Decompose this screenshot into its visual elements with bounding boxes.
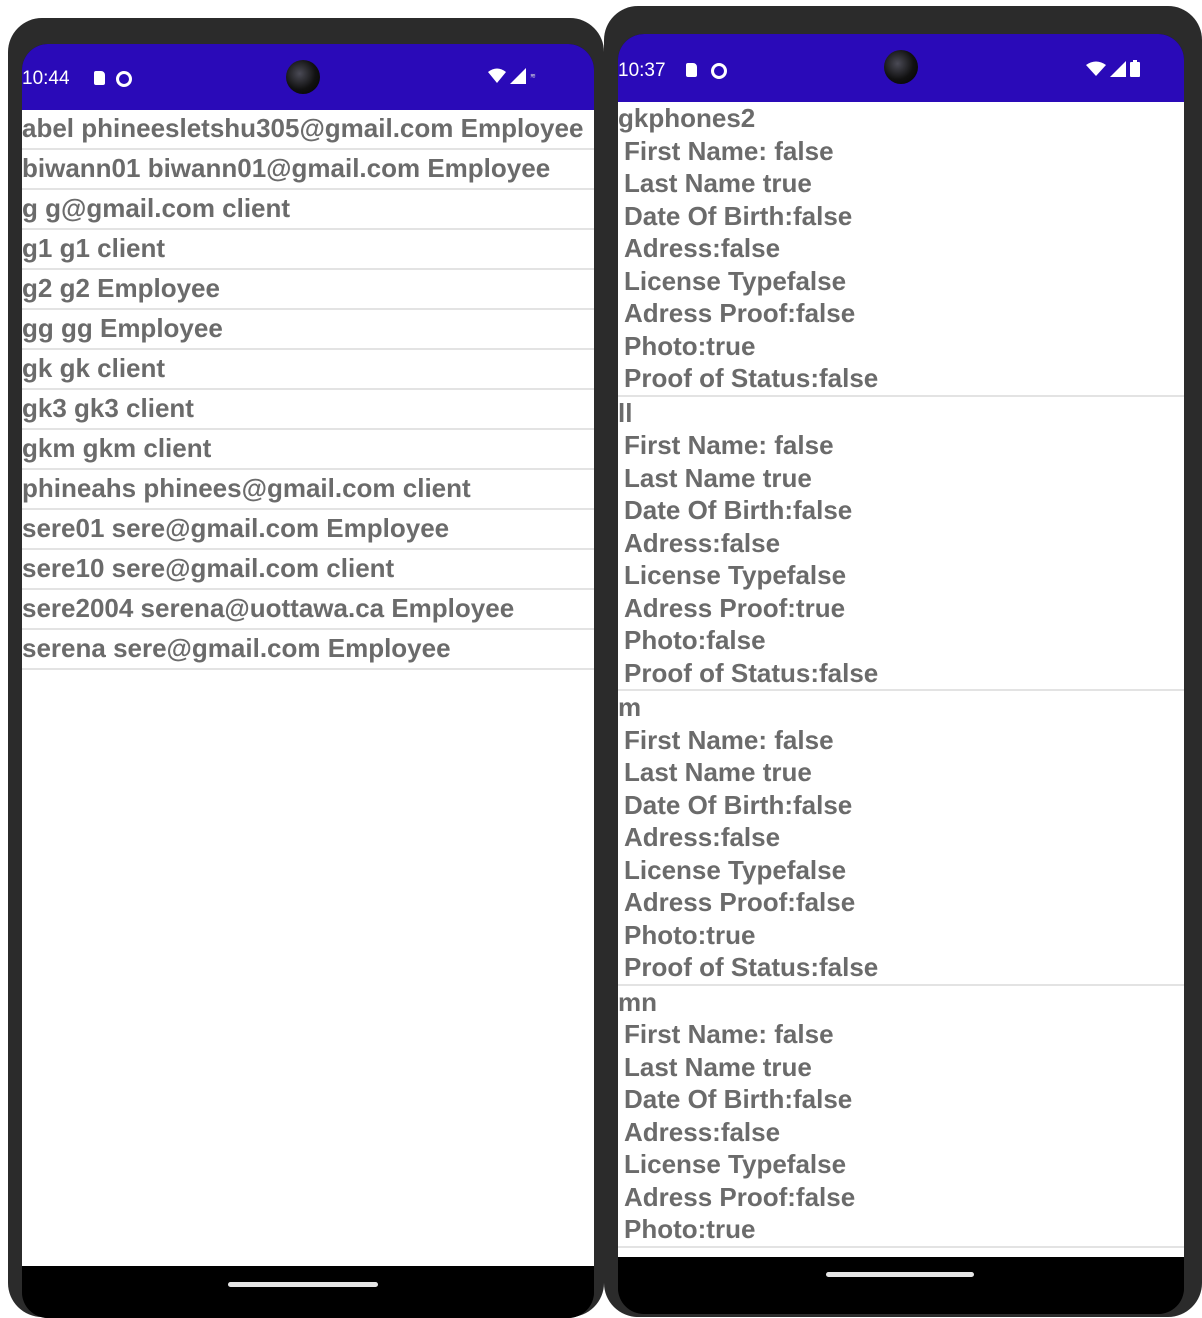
user-list-item[interactable]: gk gk client <box>22 350 594 390</box>
user-list-item[interactable]: sere01 sere@gmail.com Employee <box>22 510 594 550</box>
request-field: Date Of Birth:false <box>624 495 853 525</box>
request-field: First Name: false <box>624 430 834 460</box>
user-list-item[interactable]: g2 g2 Employee <box>22 270 594 310</box>
left-phone-frame: 10:44 ≋ abel phineesletshu305@gmail.com … <box>8 18 604 1318</box>
user-list-item[interactable]: sere2004 serena@uottawa.ca Employee <box>22 590 594 630</box>
request-field: Adress:false <box>624 527 781 558</box>
request-username: ll <box>618 397 633 428</box>
request-field: Adress:false <box>624 1116 781 1147</box>
request-username: gkphones2 <box>618 103 756 133</box>
status-right-icons: ≋ <box>488 68 540 84</box>
request-field: Last Name true <box>624 168 812 198</box>
sync-icon <box>711 63 727 79</box>
navigation-bar <box>22 1266 594 1318</box>
request-field: License Typefalse <box>624 1149 847 1179</box>
left-phone-screen: 10:44 ≋ abel phineesletshu305@gmail.com … <box>22 44 594 1318</box>
request-field: Adress:false <box>624 822 781 852</box>
request-field: Photo:false <box>624 625 766 655</box>
request-username: mn <box>618 986 657 1017</box>
status-bar: 10:37 <box>618 34 1184 102</box>
user-list-item[interactable]: gg gg Employee <box>22 310 594 350</box>
user-list-item[interactable]: serena sere@gmail.com Employee <box>22 630 594 670</box>
sd-card-icon <box>686 63 697 77</box>
request-field: Date Of Birth:false <box>624 200 853 231</box>
user-list-item[interactable]: gk3 gk3 client <box>22 390 594 430</box>
battery-icon <box>1130 60 1140 77</box>
status-bar: 10:44 ≋ <box>22 44 594 110</box>
request-field: First Name: false <box>624 135 834 166</box>
request-field: Last Name true <box>624 757 812 787</box>
request-field: Photo:true <box>624 330 756 361</box>
signal-icon <box>510 68 526 84</box>
wifi-icon <box>1086 61 1106 76</box>
request-field: Proof of Status:false <box>624 363 879 393</box>
request-field: Proof of Status:false <box>624 952 879 982</box>
request-field: License Typefalse <box>624 560 847 590</box>
request-field: License Typefalse <box>624 265 847 296</box>
camera-icon <box>884 50 918 84</box>
user-list-item[interactable]: phineahs phinees@gmail.com client <box>22 470 594 510</box>
camera-icon <box>286 60 320 94</box>
request-field: First Name: false <box>624 724 834 755</box>
request-field: Photo:true <box>624 1214 756 1244</box>
request-field: License Typefalse <box>624 854 847 885</box>
user-list-item[interactable]: abel phineesletshu305@gmail.com Employee <box>22 110 594 150</box>
user-list-item[interactable]: gkm gkm client <box>22 430 594 470</box>
svg-text:≋: ≋ <box>530 73 536 80</box>
user-list[interactable]: abel phineesletshu305@gmail.com Employee… <box>22 110 594 1266</box>
battery-icon: ≋ <box>530 73 536 80</box>
status-time: 10:44 <box>22 68 70 89</box>
sd-card-icon <box>94 71 105 85</box>
request-field: Last Name true <box>624 462 812 493</box>
status-time: 10:37 <box>618 60 666 81</box>
request-field: First Name: false <box>624 1019 834 1049</box>
user-list-item[interactable]: g1 g1 client <box>22 230 594 270</box>
signal-icon <box>1110 61 1126 77</box>
request-list-item[interactable]: gkphones2 First Name: false Last Name true… <box>618 102 1184 397</box>
request-field: Proof of Status:false <box>624 657 879 688</box>
wifi-icon <box>488 68 506 83</box>
right-phone-screen: 10:37 gkphones2 First Name: false Last Nam… <box>618 34 1184 1314</box>
request-list-item[interactable]: mn First Name: false Last Name true Date Of… <box>618 986 1184 1248</box>
request-field: Adress Proof:true <box>624 592 846 623</box>
user-list-item[interactable]: sere10 sere@gmail.com client <box>22 550 594 590</box>
request-list-item[interactable]: ll First Name: false Last Name true Date Of… <box>618 397 1184 691</box>
right-phone-frame: 10:37 gkphones2 First Name: false Last Nam… <box>604 6 1202 1317</box>
navigation-bar <box>618 1257 1184 1314</box>
request-username: m <box>618 692 642 722</box>
user-list-item[interactable]: biwann01 biwann01@gmail.com Employee <box>22 150 594 190</box>
request-list-item[interactable]: m First Name: false Last Name true Date Of … <box>618 691 1184 986</box>
request-field: Date Of Birth:false <box>624 1084 853 1114</box>
request-field: Adress Proof:false <box>624 1181 856 1212</box>
request-field: Adress Proof:false <box>624 298 856 328</box>
request-list[interactable]: gkphones2 First Name: false Last Name true… <box>618 102 1184 1257</box>
status-right-icons <box>1086 60 1140 78</box>
request-field: Photo:true <box>624 919 756 950</box>
sync-icon <box>116 71 132 87</box>
request-field: Last Name true <box>624 1051 812 1082</box>
request-field: Adress:false <box>624 233 781 263</box>
home-pill-icon[interactable] <box>228 1282 378 1287</box>
home-pill-icon[interactable] <box>826 1272 974 1277</box>
user-list-item[interactable]: g g@gmail.com client <box>22 190 594 230</box>
request-field: Adress Proof:false <box>624 887 856 917</box>
request-field: Date Of Birth:false <box>624 789 853 820</box>
